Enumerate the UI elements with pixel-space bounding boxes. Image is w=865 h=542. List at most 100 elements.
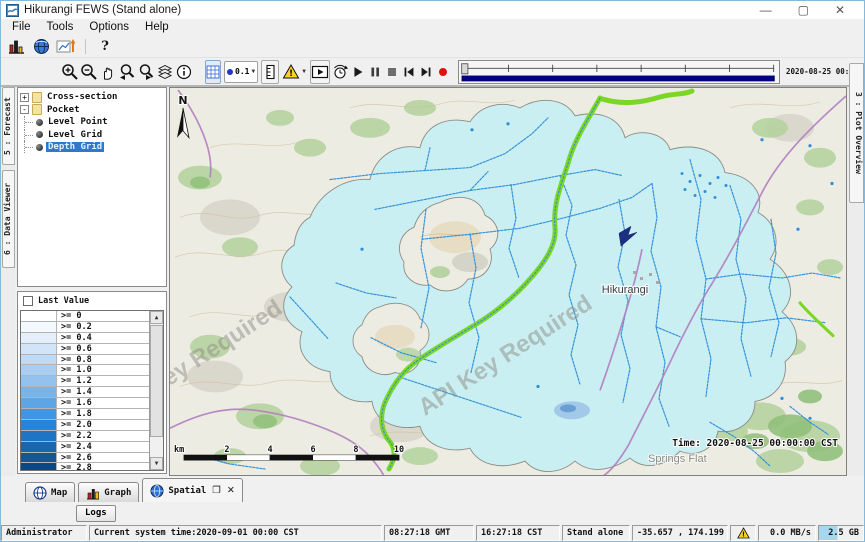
help-icon: ? (101, 39, 109, 54)
info-button[interactable] (175, 60, 193, 84)
tree-item-pocket[interactable]: - Pocket (20, 104, 166, 117)
collapse-icon[interactable]: - (20, 105, 29, 114)
panel-restore-icon[interactable]: ❒ (212, 485, 221, 496)
menu-help[interactable]: Help (137, 20, 177, 35)
svg-text:km: km (174, 444, 184, 454)
tree-item-label: Level Point (46, 117, 110, 127)
pause-button[interactable] (367, 60, 383, 84)
tree-item-depth-grid[interactable]: Depth Grid (20, 141, 166, 154)
tab-spatial[interactable]: Spatial ❒ ✕ (142, 478, 242, 502)
layer-tree[interactable]: + Cross-section - Pocket Level Point (17, 87, 167, 287)
zoom-out-button[interactable] (80, 60, 98, 84)
area-label: Springs Flat (648, 453, 707, 465)
scroll-down-icon[interactable]: ▼ (150, 457, 163, 470)
time-span-bar (462, 75, 775, 81)
tab-map[interactable]: Map (25, 482, 75, 502)
status-warning[interactable]: ! (730, 525, 756, 541)
play-box-icon (311, 63, 329, 81)
legend-row: >= 0.8 (21, 355, 149, 366)
play-button[interactable] (350, 60, 366, 84)
legend-row: >= 0.2 (21, 322, 149, 333)
close-button[interactable]: ✕ (835, 5, 845, 15)
last-value-row: Last Value (18, 292, 166, 310)
help-button[interactable]: ? (94, 37, 116, 57)
tree-connector (24, 141, 33, 153)
tab-plot-overview[interactable]: 3 : Plot Overview (849, 63, 864, 203)
chart-arrow-icon (56, 38, 76, 55)
tab-data-viewer[interactable]: 6 : Data Viewer (2, 170, 15, 268)
legend-swatch (21, 333, 57, 343)
thresholds-warning-dropdown[interactable]: ! ▼ (280, 63, 309, 80)
threshold-dot-icon (227, 69, 233, 75)
step-forward-icon (418, 64, 434, 80)
tree-item-cross-section[interactable]: + Cross-section (20, 91, 166, 104)
status-gmt-time: 08:27:18 GMT (384, 525, 474, 541)
tree-item-level-point[interactable]: Level Point (20, 116, 166, 129)
status-bar: Administrator Current system time:2020-0… (1, 524, 864, 541)
tree-item-label: Level Grid (46, 130, 104, 140)
globe-wireframe-icon (33, 486, 47, 500)
legend-swatch (21, 409, 57, 419)
legend-row: >= 1.4 (21, 387, 149, 398)
node-bullet-icon (36, 131, 43, 138)
minimize-button[interactable]: — (760, 5, 772, 15)
tab-forecast[interactable]: 5 : Forecast (2, 87, 15, 165)
last-value-checkbox[interactable] (23, 296, 33, 306)
tab-label: Map (51, 488, 67, 498)
step-forward-button[interactable] (418, 60, 434, 84)
ruler-icon (262, 63, 278, 81)
legend-swatch (21, 376, 57, 386)
zoom-in-icon (61, 63, 79, 81)
tree-item-level-grid[interactable]: Level Grid (20, 129, 166, 142)
legend-swatch (21, 420, 57, 430)
expand-icon[interactable]: + (20, 93, 29, 102)
zoom-next-button[interactable] (137, 60, 155, 84)
layers-icon (156, 63, 174, 81)
stop-button[interactable] (384, 60, 400, 84)
menu-tools[interactable]: Tools (39, 20, 82, 35)
maximize-button[interactable]: ▢ (798, 5, 809, 15)
tree-connector (24, 116, 33, 128)
folder-icon (32, 104, 42, 115)
pan-button[interactable] (99, 60, 117, 84)
scrollbar-track[interactable] (150, 438, 163, 457)
scroll-up-icon[interactable]: ▲ (150, 311, 163, 324)
menu-options[interactable]: Options (81, 20, 137, 35)
globe-icon (33, 38, 50, 55)
legend-scrollbar[interactable]: ▲ ▼ (149, 311, 163, 470)
time-slider[interactable] (458, 60, 780, 84)
menu-file[interactable]: File (4, 20, 39, 35)
step-backward-button[interactable] (401, 60, 417, 84)
map-viewport[interactable]: API Key Required API Key Required N km 2… (169, 87, 847, 476)
tab-graph[interactable]: Graph (78, 482, 139, 502)
zoom-previous-button[interactable] (118, 60, 136, 84)
legend-table: >= 0 >= 0.2 >= 0.4 >= 0.6 >= 0.8 >= 1.0 … (20, 310, 164, 471)
main-toolbar: ? (1, 36, 864, 57)
stop-icon (384, 64, 400, 80)
animate-forward-button[interactable] (310, 60, 330, 84)
bottom-tab-bar: Map Graph Spatial ❒ ✕ (1, 476, 864, 502)
svg-text:6: 6 (310, 444, 315, 454)
scale-legend-button[interactable] (261, 60, 279, 84)
layers-button[interactable] (156, 60, 174, 84)
analysis-button[interactable] (5, 37, 27, 57)
grid-display-button[interactable] (205, 60, 221, 84)
map-canvas: API Key Required API Key Required N km 2… (170, 88, 846, 475)
map-time-label: Time: 2020-08-25 00:00:00 CST (672, 438, 838, 449)
record-button[interactable] (435, 60, 451, 84)
legend-row: >= 2.4 (21, 442, 149, 453)
map-display-button[interactable] (30, 37, 52, 57)
zoom-in-button[interactable] (61, 60, 79, 84)
app-logo-icon (6, 4, 19, 17)
timeseries-button[interactable] (55, 37, 77, 57)
legend-rows: >= 0 >= 0.2 >= 0.4 >= 0.6 >= 0.8 >= 1.0 … (21, 311, 149, 470)
animation-settings-button[interactable] (331, 60, 349, 84)
logs-button[interactable]: Logs (76, 505, 116, 522)
app-window: Hikurangi FEWS (Stand alone) — ▢ ✕ File … (0, 0, 865, 542)
main-area: 5 : Forecast 6 : Data Viewer + Cross-sec… (1, 87, 864, 476)
panel-close-icon[interactable]: ✕ (227, 485, 235, 496)
time-slider-handle[interactable] (462, 63, 468, 73)
scrollbar-thumb[interactable] (150, 325, 163, 437)
threshold-dropdown[interactable]: 0.1 ▼ (224, 61, 258, 83)
left-panel: + Cross-section - Pocket Level Point (15, 87, 169, 476)
